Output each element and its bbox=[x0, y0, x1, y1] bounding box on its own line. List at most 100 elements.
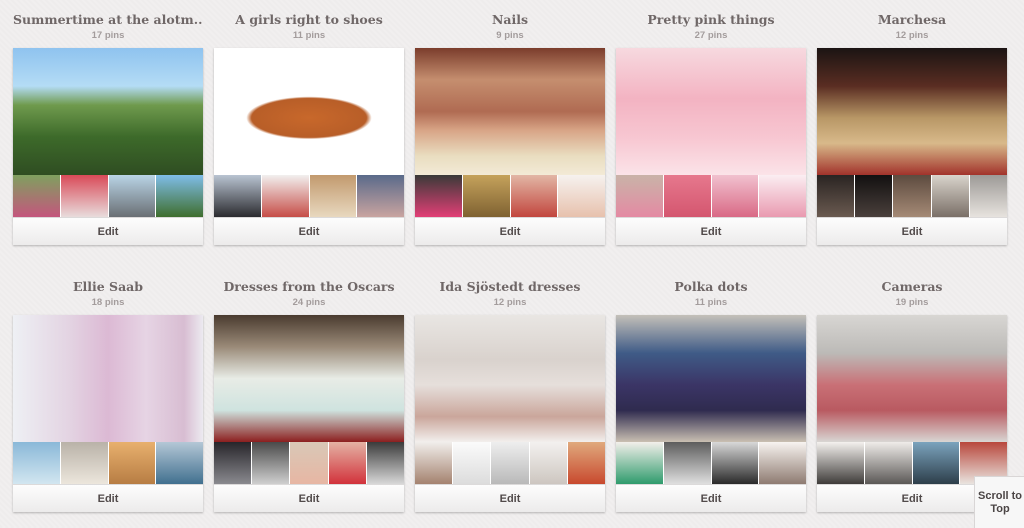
pin-thumbnail[interactable] bbox=[415, 442, 454, 484]
pin-thumbnail[interactable] bbox=[931, 175, 970, 217]
pin-thumbnail[interactable] bbox=[567, 442, 606, 484]
pin-thumbnail[interactable] bbox=[60, 442, 109, 484]
pin-count: 12 pins bbox=[895, 30, 929, 41]
pin-thumbnail[interactable] bbox=[558, 175, 605, 217]
pin-thumbnail[interactable] bbox=[759, 442, 806, 484]
board-title[interactable]: Summertime at the alotm... bbox=[13, 12, 203, 28]
board-cover-image[interactable] bbox=[616, 48, 806, 175]
pin-count: 24 pins bbox=[292, 297, 326, 308]
pin-thumbnail[interactable] bbox=[108, 442, 157, 484]
pin-thumbnail[interactable] bbox=[309, 175, 358, 217]
board-title[interactable]: Pretty pink things bbox=[616, 12, 806, 28]
board-thumbnails bbox=[13, 442, 203, 484]
edit-board-button[interactable]: Edit bbox=[13, 217, 203, 245]
board-thumbnails bbox=[616, 175, 806, 217]
pin-count: 9 pins bbox=[496, 30, 524, 41]
board-cover-image[interactable] bbox=[415, 48, 605, 175]
board-cover-image[interactable] bbox=[817, 48, 1007, 175]
board: Pretty pink things 27 pins Edit bbox=[616, 12, 806, 245]
board: Nails 9 pins Edit bbox=[415, 12, 605, 245]
pin-thumbnail[interactable] bbox=[214, 175, 262, 217]
scroll-to-top-button[interactable]: Scroll to Top bbox=[974, 476, 1024, 528]
pin-thumbnail[interactable] bbox=[759, 175, 806, 217]
board-title[interactable]: Ida Sjöstedt dresses bbox=[415, 279, 605, 295]
pin-thumbnail[interactable] bbox=[663, 175, 712, 217]
pin-thumbnail[interactable] bbox=[252, 442, 291, 484]
board-card[interactable]: Edit bbox=[214, 315, 405, 512]
board-title[interactable]: Marchesa bbox=[817, 12, 1007, 28]
edit-board-button[interactable]: Edit bbox=[415, 484, 605, 512]
pin-thumbnail[interactable] bbox=[969, 175, 1008, 217]
board-title[interactable]: Dresses from the Oscars bbox=[214, 279, 404, 295]
pin-thumbnail[interactable] bbox=[13, 442, 61, 484]
pin-count: 17 pins bbox=[91, 30, 125, 41]
pin-count: 18 pins bbox=[91, 297, 125, 308]
pin-thumbnail[interactable] bbox=[491, 442, 530, 484]
edit-board-button[interactable]: Edit bbox=[13, 484, 203, 512]
board-title[interactable]: Polka dots bbox=[616, 279, 806, 295]
pin-thumbnail[interactable] bbox=[357, 175, 404, 217]
pin-thumbnail[interactable] bbox=[108, 175, 157, 217]
board-card[interactable]: Edit bbox=[415, 315, 606, 512]
pin-thumbnail[interactable] bbox=[60, 175, 109, 217]
pin-thumbnail[interactable] bbox=[817, 442, 865, 484]
pin-thumbnail[interactable] bbox=[893, 175, 932, 217]
board: Dresses from the Oscars 24 pins Edit bbox=[214, 279, 405, 512]
pin-thumbnail[interactable] bbox=[817, 175, 856, 217]
pin-thumbnail[interactable] bbox=[711, 175, 760, 217]
edit-board-button[interactable]: Edit bbox=[415, 217, 605, 245]
edit-board-button[interactable]: Edit bbox=[616, 217, 806, 245]
pin-count: 12 pins bbox=[493, 297, 527, 308]
board-title[interactable]: Ellie Saab bbox=[13, 279, 203, 295]
pin-thumbnail[interactable] bbox=[510, 175, 559, 217]
pin-thumbnail[interactable] bbox=[261, 175, 310, 217]
pin-thumbnail[interactable] bbox=[663, 442, 712, 484]
board-cover-image[interactable] bbox=[214, 315, 404, 442]
board-card[interactable]: Edit bbox=[817, 48, 1008, 245]
edit-board-button[interactable]: Edit bbox=[817, 217, 1007, 245]
pin-thumbnail[interactable] bbox=[711, 442, 760, 484]
board-cover-image[interactable] bbox=[214, 48, 404, 175]
board-title[interactable]: Cameras bbox=[817, 279, 1007, 295]
pin-thumbnail[interactable] bbox=[156, 442, 203, 484]
edit-board-button[interactable]: Edit bbox=[214, 484, 404, 512]
pin-thumbnail[interactable] bbox=[529, 442, 568, 484]
pin-count: 27 pins bbox=[694, 30, 728, 41]
board-card[interactable]: Edit bbox=[415, 48, 605, 245]
board-title[interactable]: Nails bbox=[415, 12, 605, 28]
board-cover-image[interactable] bbox=[616, 315, 806, 442]
pin-thumbnail[interactable] bbox=[366, 442, 405, 484]
edit-board-button[interactable]: Edit bbox=[214, 217, 404, 245]
board-thumbnails bbox=[415, 175, 605, 217]
board-cover-image[interactable] bbox=[415, 315, 605, 442]
board-cover-image[interactable] bbox=[817, 315, 1007, 442]
board-thumbnails bbox=[13, 175, 203, 217]
pin-thumbnail[interactable] bbox=[290, 442, 329, 484]
board-card[interactable]: Edit bbox=[13, 48, 203, 245]
pin-thumbnail[interactable] bbox=[462, 175, 511, 217]
pin-thumbnail[interactable] bbox=[214, 442, 253, 484]
pin-thumbnail[interactable] bbox=[912, 442, 961, 484]
pin-thumbnail[interactable] bbox=[415, 175, 463, 217]
board-card[interactable]: Edit bbox=[13, 315, 203, 512]
board-title[interactable]: A girls right to shoes bbox=[214, 12, 404, 28]
pin-thumbnail[interactable] bbox=[616, 175, 664, 217]
board-card[interactable]: Edit bbox=[616, 48, 806, 245]
pin-thumbnail[interactable] bbox=[864, 442, 913, 484]
pin-count: 11 pins bbox=[292, 30, 326, 41]
board: Ida Sjöstedt dresses 12 pins Edit bbox=[415, 279, 606, 512]
board: Summertime at the alotm... 17 pins Edit bbox=[13, 12, 203, 245]
pin-thumbnail[interactable] bbox=[616, 442, 664, 484]
pin-thumbnail[interactable] bbox=[855, 175, 894, 217]
board: Polka dots 11 pins Edit bbox=[616, 279, 806, 512]
pin-thumbnail[interactable] bbox=[13, 175, 61, 217]
board-cover-image[interactable] bbox=[13, 48, 203, 175]
pin-thumbnail[interactable] bbox=[328, 442, 367, 484]
edit-board-button[interactable]: Edit bbox=[616, 484, 806, 512]
board-cover-image[interactable] bbox=[13, 315, 203, 442]
board-card[interactable]: Edit bbox=[214, 48, 404, 245]
pin-thumbnail[interactable] bbox=[156, 175, 203, 217]
board-card[interactable]: Edit bbox=[616, 315, 806, 512]
pin-thumbnail[interactable] bbox=[453, 442, 492, 484]
pin-count: 11 pins bbox=[694, 297, 728, 308]
